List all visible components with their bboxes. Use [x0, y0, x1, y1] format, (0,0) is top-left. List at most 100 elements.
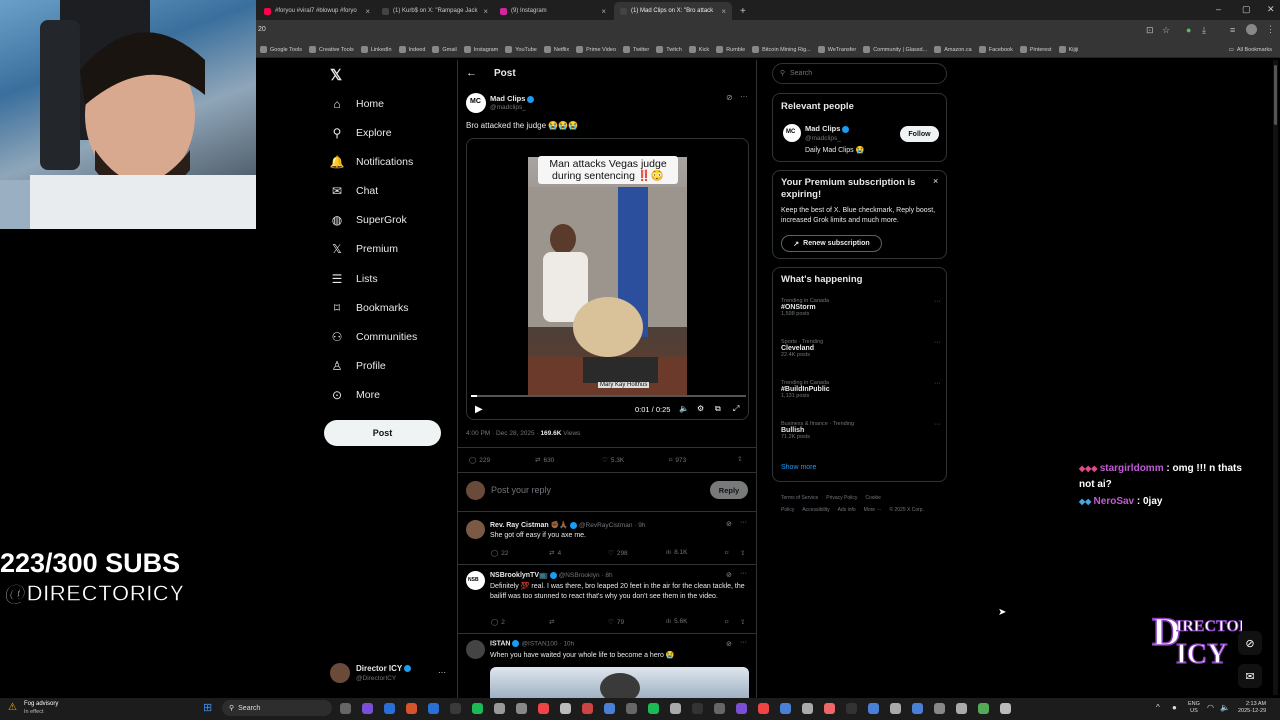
video-progress-bar[interactable] — [471, 395, 746, 397]
account-name[interactable]: Director ICY — [356, 664, 412, 673]
sidebar-item-more[interactable]: ⊙ More — [330, 384, 380, 406]
more-icon[interactable]: ··· — [934, 298, 941, 305]
bookmark-item[interactable]: LinkedIn — [360, 46, 392, 53]
messages-float-icon[interactable]: ✉ — [1238, 664, 1262, 688]
bookmark-item[interactable]: Pinterest — [1019, 46, 1052, 53]
relevant-name[interactable]: Mad Clips — [805, 124, 850, 133]
scrollbar-thumb[interactable] — [1274, 65, 1277, 125]
reply-count[interactable]: ◯ 229 — [469, 456, 490, 465]
minimize-icon[interactable]: – — [1216, 4, 1221, 14]
mic-icon[interactable]: ● — [1172, 703, 1177, 712]
bookmark-icon[interactable]: ⌑ — [725, 549, 728, 557]
taskbar-app-icon[interactable] — [846, 703, 857, 714]
search-box[interactable]: ⚲ Search — [772, 63, 947, 84]
grok-icon[interactable]: ⊘ — [726, 640, 732, 648]
pip-icon[interactable]: ⧉ — [715, 404, 721, 414]
taskbar-app-icon[interactable] — [362, 703, 373, 714]
back-arrow-icon[interactable]: ← — [466, 67, 477, 79]
close-icon[interactable]: × — [933, 176, 938, 186]
taskbar-app-icon[interactable] — [1000, 703, 1011, 714]
page-scrollbar[interactable] — [1273, 60, 1278, 695]
bookmark-item[interactable]: WeTransfer — [817, 46, 856, 53]
sidebar-item-premium[interactable]: 𝕏 Premium — [330, 238, 398, 260]
grok-icon[interactable]: ⊘ — [726, 93, 733, 102]
like-count[interactable]: ♡ 5.3K — [602, 456, 624, 465]
bookmark-item[interactable]: Bitcoin Mining Rig... — [752, 46, 811, 53]
trend-item[interactable]: Trending in Canada #BuildInPublic 1,131 po… — [781, 380, 941, 399]
language-indicator[interactable]: ENG US — [1188, 701, 1200, 715]
taskbar-app-icon[interactable] — [736, 703, 747, 714]
clock[interactable]: 2:13 AM 2025-12-29 — [1238, 701, 1266, 715]
taskbar-search[interactable]: ⚲ Search — [222, 700, 332, 716]
repost-count[interactable]: ⇄ 4 — [549, 549, 561, 558]
taskbar-app-icon[interactable] — [472, 703, 483, 714]
kebab-menu-icon[interactable]: ⋮ — [1266, 24, 1275, 35]
taskbar-app-icon[interactable] — [538, 703, 549, 714]
maximize-icon[interactable]: ▢ — [1242, 4, 1251, 15]
taskbar-app-icon[interactable] — [648, 703, 659, 714]
reply-avatar[interactable] — [466, 520, 485, 539]
taskbar-app-icon[interactable] — [560, 703, 571, 714]
author-name[interactable]: Mad Clips — [490, 94, 535, 103]
grok-icon[interactable]: ⊘ — [726, 571, 732, 579]
sidebar-item-lists[interactable]: ☰ Lists — [330, 268, 378, 290]
close-window-icon[interactable]: ✕ — [1267, 4, 1275, 15]
sidebar-item-communities[interactable]: ⚇ Communities — [330, 326, 418, 348]
bookmark-item[interactable]: Kick — [688, 46, 709, 53]
volume-icon[interactable]: 🔈 — [1220, 703, 1230, 712]
weather-title[interactable]: Fog advisory — [24, 701, 58, 707]
reply-input[interactable]: Post your reply — [491, 485, 551, 495]
more-icon[interactable]: ··· — [740, 639, 747, 646]
footer-link[interactable]: Ads info — [838, 507, 856, 513]
sidebar-item-bookmarks[interactable]: ⌑ Bookmarks — [330, 297, 409, 319]
taskbar-app-icon[interactable] — [802, 703, 813, 714]
taskbar-app-icon[interactable] — [384, 703, 395, 714]
sidebar-item-explore[interactable]: ⚲ Explore — [330, 122, 392, 144]
taskbar-app-icon[interactable] — [450, 703, 461, 714]
taskbar-app-icon[interactable] — [780, 703, 791, 714]
bookmark-item[interactable]: Prime Video — [576, 46, 616, 53]
taskbar-app-icon[interactable] — [626, 703, 637, 714]
post-button[interactable]: Post — [324, 420, 441, 446]
downloads-icon[interactable]: ⤓ — [1202, 25, 1206, 36]
wifi-icon[interactable]: ◠ — [1207, 703, 1214, 712]
sidebar-item-profile[interactable]: ♙ Profile — [330, 355, 386, 377]
play-icon[interactable]: ▶ — [475, 404, 483, 415]
install-icon[interactable]: ⊡ — [1146, 25, 1154, 36]
browser-tab[interactable]: (1) Kurb$ on X: "Rampage Jack × — [376, 2, 494, 20]
taskbar-app-icon[interactable] — [890, 703, 901, 714]
like-count[interactable]: ♡ 298 — [608, 549, 628, 558]
more-icon[interactable]: ··· — [740, 570, 747, 577]
bookmark-item[interactable]: Creative Tools — [309, 46, 354, 53]
share-icon[interactable]: ⇪ — [737, 455, 742, 463]
bookmark-count[interactable]: ⌑ 973 — [669, 456, 686, 465]
taskbar-app-icon[interactable] — [714, 703, 725, 714]
footer-link[interactable]: Privacy Policy — [826, 495, 857, 501]
bookmark-item[interactable]: Kijiji — [1058, 46, 1078, 53]
settings-icon[interactable]: ⚙ — [697, 404, 704, 413]
account-more-icon[interactable]: ··· — [438, 668, 446, 677]
taskbar-app-icon[interactable] — [758, 703, 769, 714]
taskbar-app-icon[interactable] — [604, 703, 615, 714]
trend-item[interactable]: Business & finance · Trending Bullish 71.2… — [781, 421, 941, 440]
taskbar-app-icon[interactable] — [494, 703, 505, 714]
star-icon[interactable]: ☆ — [1162, 25, 1170, 36]
account-avatar[interactable] — [330, 663, 350, 683]
reply-avatar[interactable] — [466, 640, 485, 659]
taskbar-app-icon[interactable] — [340, 703, 351, 714]
reply-media-image[interactable] — [490, 667, 749, 698]
taskbar-app-icon[interactable] — [582, 703, 593, 714]
relevant-avatar[interactable]: MC — [783, 124, 801, 142]
trend-item[interactable]: Sports · Trending Cleveland 22.4K posts ··· — [781, 339, 941, 358]
search-input[interactable]: Search — [790, 70, 812, 77]
reply-avatar[interactable]: NSB — [466, 571, 485, 590]
taskbar-app-icon[interactable] — [956, 703, 967, 714]
browser-tab[interactable]: (9) Instagram × — [494, 2, 612, 20]
close-icon[interactable]: × — [483, 7, 488, 16]
footer-link[interactable]: Terms of Service — [781, 495, 818, 501]
trend-item[interactable]: Trending in Canada #ONStorm 1,598 posts ··· — [781, 298, 941, 317]
sidebar-item-notifications[interactable]: 🔔 Notifications — [330, 151, 414, 173]
author-avatar[interactable]: MC — [466, 93, 486, 113]
bookmark-item[interactable]: Twitter — [623, 46, 649, 53]
sidebar-item-home[interactable]: ⌂ Home — [330, 93, 384, 115]
